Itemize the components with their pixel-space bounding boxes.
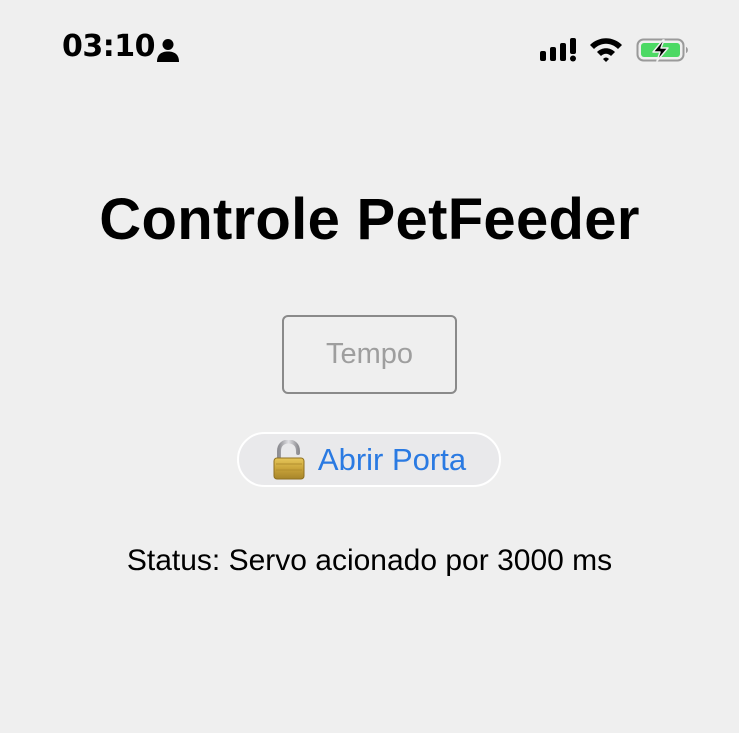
- battery-charging-icon: [636, 38, 688, 62]
- status-message: Status: Servo acionado por 3000 ms: [126, 544, 613, 577]
- cellular-signal-icon: [540, 38, 576, 62]
- open-door-button-label: Abrir Porta: [317, 441, 467, 477]
- wifi-icon: [590, 38, 622, 62]
- status-bar: 03:10: [0, 0, 739, 100]
- open-door-button[interactable]: Abrir Porta: [237, 432, 501, 487]
- person-icon: [157, 39, 179, 62]
- status-time: 03:10: [62, 29, 156, 64]
- open-padlock-icon: [273, 439, 305, 479]
- app-screen: 03:10 Controle PetFeeder Tempo Abrir Por…: [0, 0, 739, 733]
- tempo-input[interactable]: [282, 315, 457, 394]
- page-title: Controle PetFeeder: [99, 187, 640, 252]
